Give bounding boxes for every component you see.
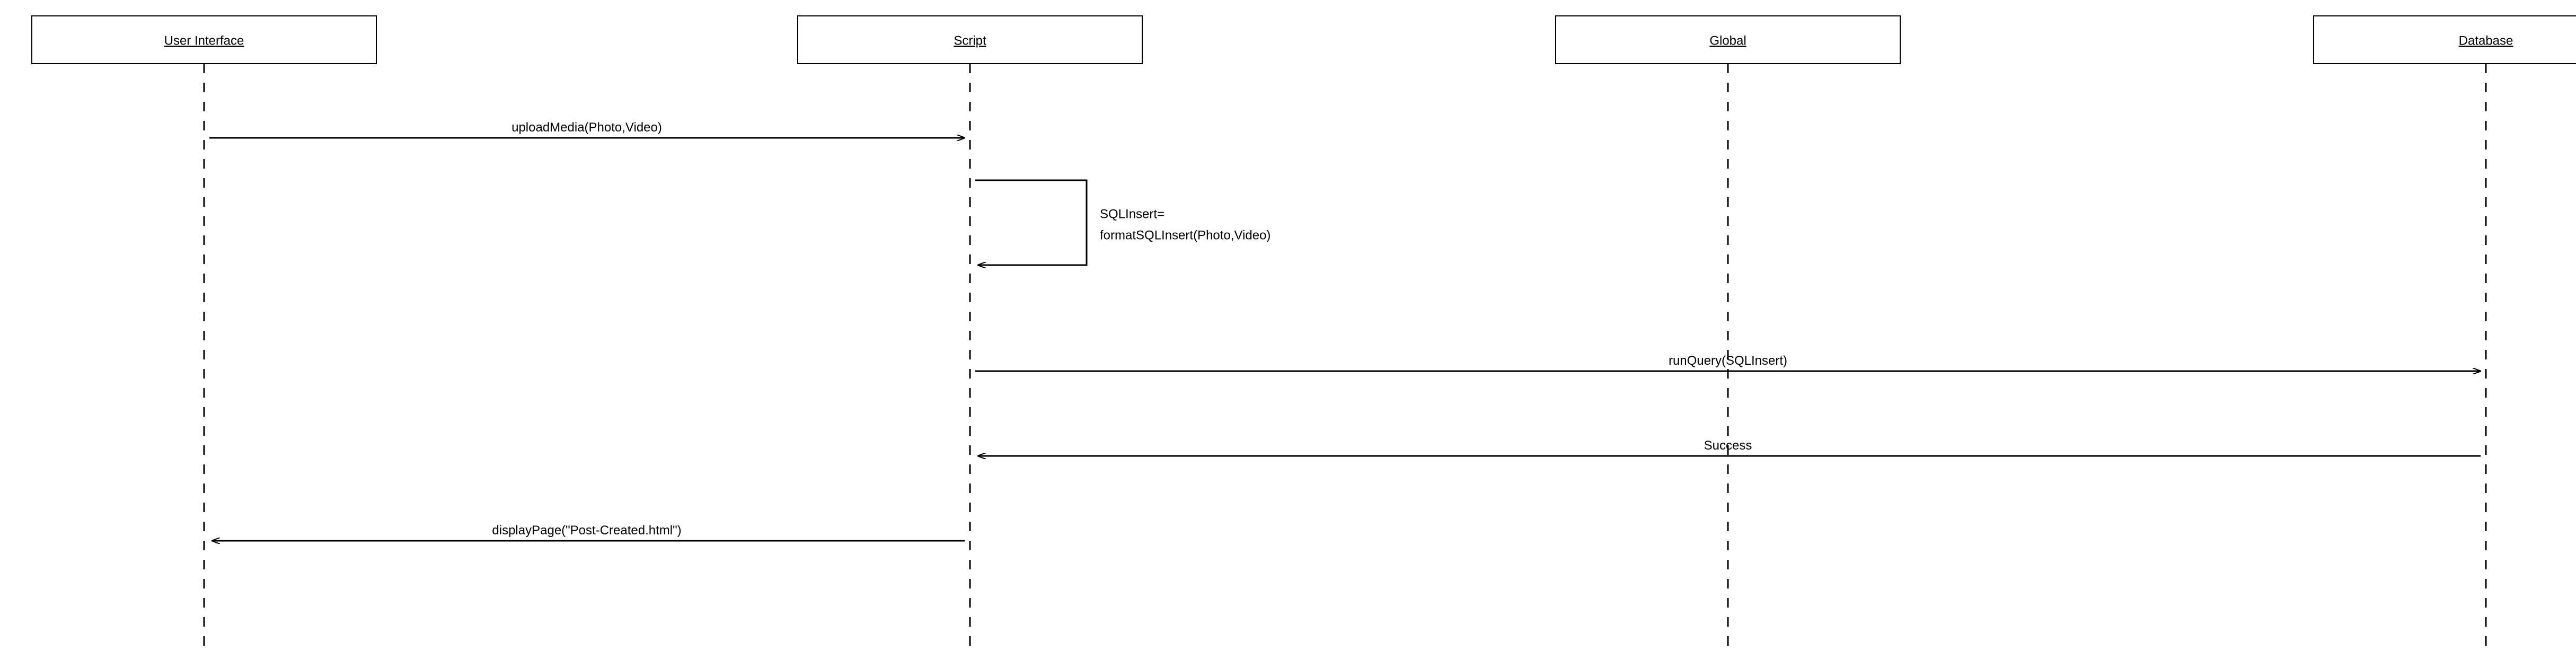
- participant-database: Database: [2314, 16, 2576, 64]
- message-display-page: displayPage("Post-Created.html"): [212, 523, 965, 541]
- participant-ui: User Interface: [32, 16, 376, 64]
- message-upload-media-label: uploadMedia(Photo,Video): [511, 120, 662, 135]
- message-success-label: Success: [1704, 438, 1752, 453]
- participant-global: Global: [1556, 16, 1900, 64]
- participant-script: Script: [798, 16, 1142, 64]
- participant-ui-label: User Interface: [164, 33, 244, 48]
- sequence-diagram: User Interface Script Global Database up…: [0, 0, 2576, 668]
- participant-global-label: Global: [1709, 33, 1746, 48]
- message-upload-media: uploadMedia(Photo,Video): [209, 120, 965, 138]
- message-format-sql-insert: SQLInsert= formatSQLInsert(Photo,Video): [975, 180, 1271, 265]
- message-format-sql-insert-label-2: formatSQLInsert(Photo,Video): [1100, 228, 1271, 242]
- message-run-query: runQuery(SQLInsert): [975, 354, 2481, 371]
- message-success: Success: [978, 438, 2481, 456]
- message-format-sql-insert-label-1: SQLInsert=: [1100, 207, 1165, 221]
- participant-script-label: Script: [954, 33, 986, 48]
- participant-database-label: Database: [2459, 33, 2513, 48]
- message-display-page-label: displayPage("Post-Created.html"): [492, 523, 681, 538]
- message-run-query-label: runQuery(SQLInsert): [1669, 354, 1787, 368]
